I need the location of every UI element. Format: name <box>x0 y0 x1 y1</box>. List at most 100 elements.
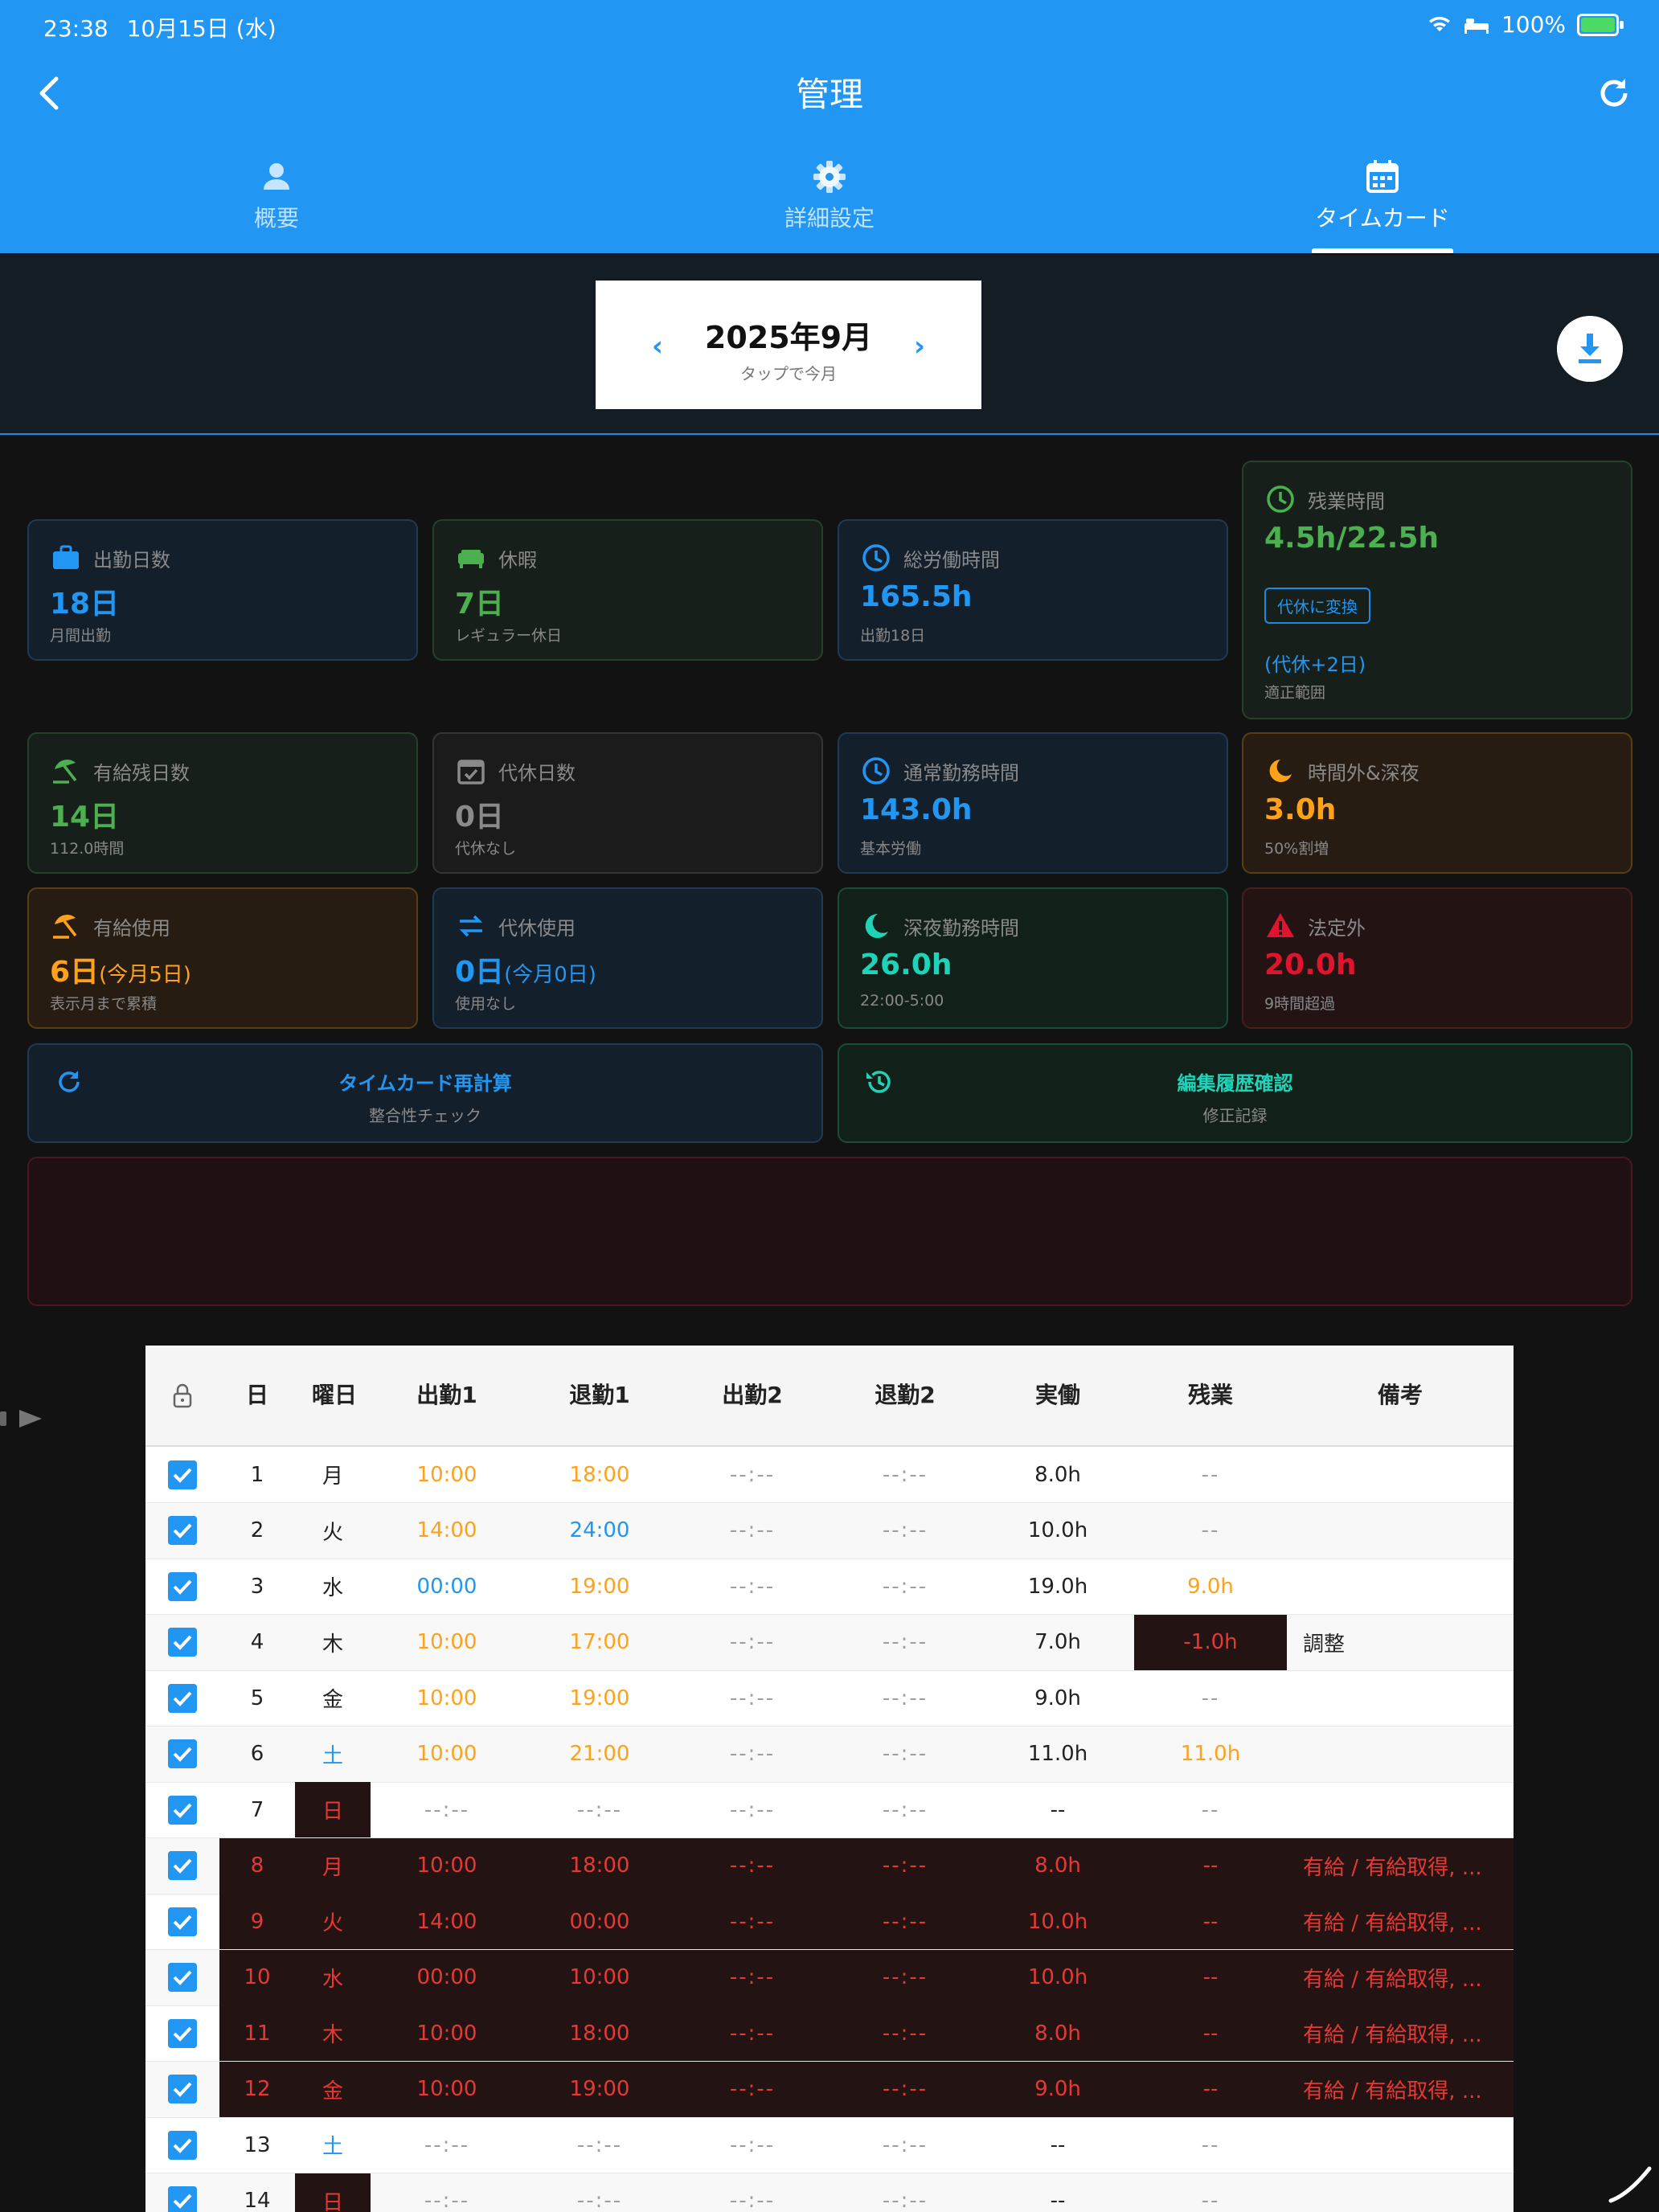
cell-out2[interactable]: --:-- <box>829 1447 981 1502</box>
table-row[interactable]: 8 月 10:00 18:00 --:-- --:-- 8.0h -- 有給 / 有給取得, .… <box>145 1837 1514 1895</box>
table-row[interactable]: 5 金 10:00 19:00 --:-- --:-- 9.0h -- <box>145 1670 1514 1727</box>
cell-in2[interactable]: --:-- <box>676 1727 829 1782</box>
cell-in2[interactable]: --:-- <box>676 2117 829 2173</box>
cell-out2[interactable]: --:-- <box>829 1782 981 1837</box>
cell-in1[interactable]: 14:00 <box>371 1503 523 1559</box>
cell-ot[interactable]: -- <box>1134 1782 1287 1837</box>
recalculate-timecard-button[interactable]: タイムカード再計算 整合性チェック <box>27 1043 823 1143</box>
cell-in2[interactable]: --:-- <box>676 1837 829 1894</box>
cell-in1[interactable]: --:-- <box>371 1782 523 1837</box>
cell-ot[interactable]: -- <box>1134 2117 1287 2173</box>
cell-in1[interactable]: 00:00 <box>371 1949 523 2005</box>
cell-in2[interactable]: --:-- <box>676 1447 829 1502</box>
row-checkbox[interactable] <box>145 1503 219 1559</box>
month-selector[interactable]: ‹ 2025年9月 タップで今月 › <box>596 281 981 409</box>
row-checkbox[interactable] <box>145 1782 219 1837</box>
cell-out1[interactable]: --:-- <box>523 2173 676 2212</box>
cell-out1[interactable]: --:-- <box>523 1782 676 1837</box>
table-row[interactable]: 14 日 --:-- --:-- --:-- --:-- -- -- <box>145 2173 1514 2212</box>
cell-in2[interactable]: --:-- <box>676 1615 829 1670</box>
edit-history-button[interactable]: 編集履歴確認 修正記録 <box>838 1043 1632 1143</box>
cell-in1[interactable]: 10:00 <box>371 1447 523 1502</box>
cell-in2[interactable]: --:-- <box>676 2061 829 2117</box>
table-row[interactable]: 7 日 --:-- --:-- --:-- --:-- -- -- <box>145 1782 1514 1838</box>
cell-work[interactable]: 10.0h <box>981 1894 1134 1949</box>
table-row[interactable]: 10 水 00:00 10:00 --:-- --:-- 10.0h -- 有給 / 有給取得,… <box>145 1949 1514 2006</box>
download-button[interactable] <box>1557 316 1623 382</box>
cell-in2[interactable]: --:-- <box>676 1949 829 2005</box>
cell-work[interactable]: -- <box>981 2173 1134 2212</box>
cell-ot[interactable]: -- <box>1134 1949 1287 2005</box>
cell-note[interactable] <box>1287 2173 1514 2212</box>
cell-ot[interactable]: 9.0h <box>1134 1559 1287 1614</box>
row-checkbox[interactable] <box>145 1838 219 1894</box>
cell-ot[interactable]: -- <box>1134 1894 1287 1949</box>
row-checkbox[interactable] <box>145 1447 219 1502</box>
refresh-button[interactable] <box>1593 72 1635 114</box>
cell-out2[interactable]: --:-- <box>829 1727 981 1782</box>
row-checkbox[interactable] <box>145 1727 219 1782</box>
cell-out1[interactable]: 19:00 <box>523 2061 676 2117</box>
cell-in1[interactable]: 10:00 <box>371 1670 523 1726</box>
cell-in1[interactable]: 10:00 <box>371 1727 523 1782</box>
table-row[interactable]: 1 月 10:00 18:00 --:-- --:-- 8.0h -- <box>145 1447 1514 1503</box>
cell-out1[interactable]: 21:00 <box>523 1727 676 1782</box>
cell-note[interactable] <box>1287 1670 1514 1726</box>
cell-in1[interactable]: 10:00 <box>371 2061 523 2117</box>
cell-out2[interactable]: --:-- <box>829 1503 981 1559</box>
cell-note[interactable]: 有給 / 有給取得, ... <box>1287 1894 1514 1949</box>
cell-ot[interactable]: -- <box>1134 2005 1287 2061</box>
tab-overview[interactable]: 概要 <box>116 158 437 233</box>
cell-out1[interactable]: 18:00 <box>523 1447 676 1502</box>
cell-out2[interactable]: --:-- <box>829 1670 981 1726</box>
cell-out2[interactable]: --:-- <box>829 1894 981 1949</box>
row-checkbox[interactable] <box>145 1615 219 1670</box>
cell-note[interactable] <box>1287 2117 1514 2173</box>
cell-work[interactable]: -- <box>981 2117 1134 2173</box>
cell-note[interactable]: 有給 / 有給取得, ... <box>1287 2005 1514 2061</box>
cell-out2[interactable]: --:-- <box>829 1837 981 1894</box>
table-row[interactable]: 11 木 10:00 18:00 --:-- --:-- 8.0h -- 有給 / 有給取得, … <box>145 2005 1514 2062</box>
cell-out1[interactable]: --:-- <box>523 2117 676 2173</box>
cell-in1[interactable]: 00:00 <box>371 1559 523 1614</box>
cell-in2[interactable]: --:-- <box>676 1670 829 1726</box>
row-checkbox[interactable] <box>145 2117 219 2173</box>
cell-note[interactable] <box>1287 1559 1514 1614</box>
cell-work[interactable]: 19.0h <box>981 1559 1134 1614</box>
cell-out1[interactable]: 10:00 <box>523 1949 676 2005</box>
cell-ot[interactable]: -- <box>1134 1447 1287 1502</box>
table-row[interactable]: 13 土 --:-- --:-- --:-- --:-- -- -- <box>145 2117 1514 2173</box>
cell-work[interactable]: 9.0h <box>981 2061 1134 2117</box>
cell-out2[interactable]: --:-- <box>829 2061 981 2117</box>
cell-out1[interactable]: 19:00 <box>523 1670 676 1726</box>
table-row[interactable]: 4 木 10:00 17:00 --:-- --:-- 7.0h -1.0h 調整 <box>145 1614 1514 1671</box>
row-checkbox[interactable] <box>145 1559 219 1614</box>
convert-to-comp-leave-button[interactable]: 代休に変換 <box>1264 588 1370 624</box>
cell-out1[interactable]: 24:00 <box>523 1503 676 1559</box>
cell-note[interactable] <box>1287 1782 1514 1837</box>
cell-in2[interactable]: --:-- <box>676 2005 829 2061</box>
table-row[interactable]: 6 土 10:00 21:00 --:-- --:-- 11.0h 11.0h <box>145 1726 1514 1783</box>
cell-note[interactable]: 有給 / 有給取得, ... <box>1287 2061 1514 2117</box>
cell-ot[interactable]: -1.0h <box>1134 1614 1287 1670</box>
cell-note[interactable]: 有給 / 有給取得, ... <box>1287 1837 1514 1894</box>
cell-work[interactable]: 7.0h <box>981 1615 1134 1670</box>
cell-ot[interactable]: -- <box>1134 2173 1287 2212</box>
cell-ot[interactable]: -- <box>1134 1837 1287 1894</box>
cell-out2[interactable]: --:-- <box>829 2173 981 2212</box>
cell-ot[interactable]: -- <box>1134 2061 1287 2117</box>
cell-note[interactable] <box>1287 1727 1514 1782</box>
cell-note[interactable]: 有給 / 有給取得, ... <box>1287 1949 1514 2005</box>
tab-detail-settings[interactable]: 詳細設定 <box>669 158 990 233</box>
next-month-button[interactable]: › <box>914 330 925 363</box>
cell-out2[interactable]: --:-- <box>829 1559 981 1614</box>
pencil-icon[interactable] <box>1608 2164 1653 2204</box>
table-row[interactable]: 3 水 00:00 19:00 --:-- --:-- 19.0h 9.0h <box>145 1559 1514 1615</box>
cell-out2[interactable]: --:-- <box>829 1949 981 2005</box>
cell-note[interactable] <box>1287 1447 1514 1502</box>
cell-in1[interactable]: --:-- <box>371 2173 523 2212</box>
cell-out1[interactable]: 00:00 <box>523 1894 676 1949</box>
cell-work[interactable]: 10.0h <box>981 1949 1134 2005</box>
cell-work[interactable]: 8.0h <box>981 2005 1134 2061</box>
cell-work[interactable]: 10.0h <box>981 1503 1134 1559</box>
